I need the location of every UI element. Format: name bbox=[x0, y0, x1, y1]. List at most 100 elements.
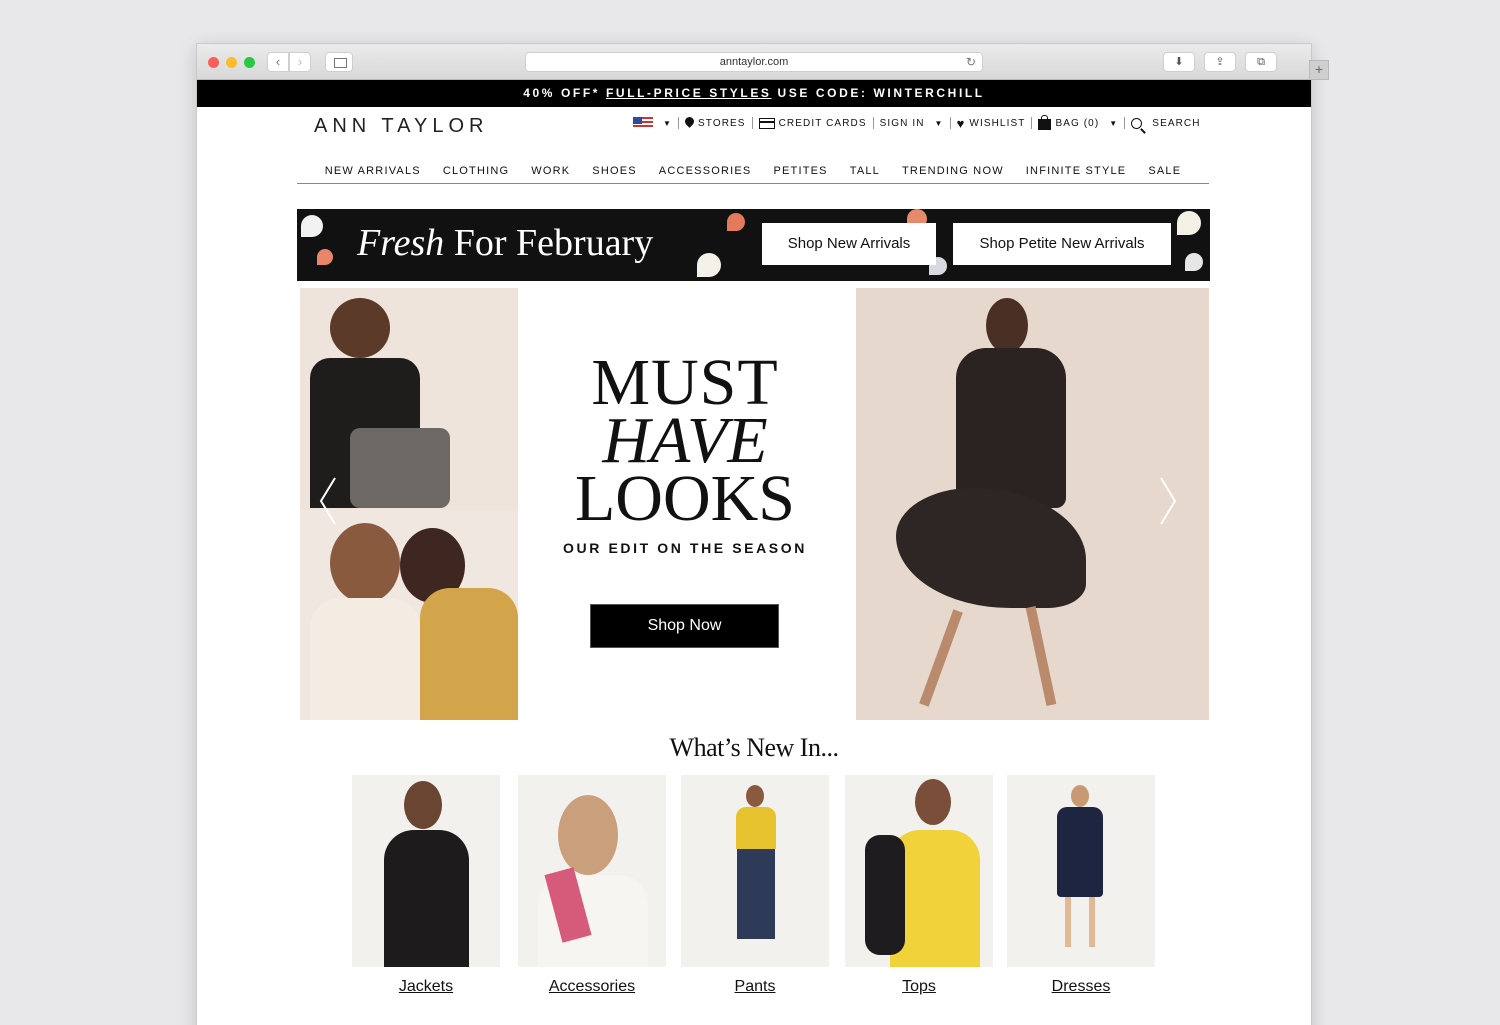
model-figure bbox=[384, 830, 469, 967]
floral-decoration bbox=[1185, 253, 1203, 271]
hero-line-looks: LOOKS bbox=[574, 462, 795, 535]
shop-petite-new-arrivals-button[interactable]: Shop Petite New Arrivals bbox=[953, 223, 1171, 265]
floral-decoration bbox=[697, 253, 721, 277]
category-image-tops[interactable] bbox=[845, 775, 993, 967]
category-link-pants[interactable]: Pants bbox=[681, 978, 829, 996]
nav-trending-now[interactable]: TRENDING NOW bbox=[891, 163, 1015, 183]
carousel-next-arrow-icon[interactable] bbox=[1159, 476, 1177, 526]
model-figure bbox=[919, 609, 963, 707]
model-figure bbox=[1089, 897, 1095, 947]
minimize-window-button[interactable] bbox=[226, 57, 237, 68]
model-figure bbox=[736, 807, 776, 849]
hero-image-right[interactable] bbox=[856, 288, 1209, 720]
credit-cards-link[interactable]: CREDIT CARDS bbox=[753, 117, 874, 129]
browser-window: ‹ › anntaylor.com ↻ ⬇ ⇪ ⧉ + 40% OFF* FUL… bbox=[197, 44, 1329, 1025]
forward-button[interactable]: › bbox=[289, 52, 311, 72]
category-link-accessories[interactable]: Accessories bbox=[518, 978, 666, 996]
model-figure bbox=[350, 428, 450, 508]
stores-link[interactable]: STORES bbox=[679, 117, 753, 129]
nav-clothing[interactable]: CLOTHING bbox=[432, 163, 520, 183]
nav-new-arrivals[interactable]: NEW ARRIVALS bbox=[314, 163, 432, 183]
model-figure bbox=[1065, 897, 1071, 947]
category-image-jackets[interactable] bbox=[352, 775, 500, 967]
banner-title: Fresh For February bbox=[357, 221, 653, 265]
us-flag-icon bbox=[633, 117, 653, 129]
floral-decoration bbox=[301, 215, 323, 237]
reload-icon[interactable]: ↻ bbox=[966, 53, 976, 71]
model-figure bbox=[956, 348, 1066, 508]
carousel-prev-arrow-icon[interactable] bbox=[319, 476, 337, 526]
nav-tall[interactable]: TALL bbox=[839, 163, 891, 183]
category-link-dresses[interactable]: Dresses bbox=[1007, 978, 1155, 996]
model-figure bbox=[1057, 807, 1103, 897]
banner-title-italic: Fresh bbox=[357, 222, 445, 264]
promo-bar: 40% OFF* FULL-PRICE STYLES USE CODE: WIN… bbox=[197, 80, 1311, 107]
wishlist-link[interactable]: ♥ WISHLIST bbox=[951, 115, 1033, 131]
chevron-down-icon: ▼ bbox=[934, 118, 944, 128]
chevron-down-icon: ▼ bbox=[1109, 118, 1119, 128]
nav-shoes[interactable]: SHOES bbox=[581, 163, 648, 183]
location-pin-icon bbox=[685, 117, 694, 129]
fresh-for-february-banner[interactable]: Fresh For February Shop New Arrivals Sho… bbox=[297, 209, 1210, 281]
nav-infinite-style[interactable]: INFINITE STYLE bbox=[1015, 163, 1138, 183]
credit-cards-label: CREDIT CARDS bbox=[778, 117, 867, 129]
close-window-button[interactable] bbox=[208, 57, 219, 68]
shop-now-button[interactable]: Shop Now bbox=[590, 604, 779, 648]
hero-subtitle: OUR EDIT ON THE SEASON bbox=[563, 540, 807, 556]
download-icon[interactable]: ⬇ bbox=[1163, 52, 1195, 72]
shop-new-arrivals-button[interactable]: Shop New Arrivals bbox=[762, 223, 936, 265]
nav-accessories[interactable]: ACCESSORIES bbox=[648, 163, 763, 183]
promo-link[interactable]: FULL-PRICE STYLES bbox=[606, 86, 772, 100]
wishlist-label: WISHLIST bbox=[969, 117, 1026, 129]
url-text: anntaylor.com bbox=[719, 56, 789, 68]
floral-decoration bbox=[317, 249, 333, 265]
hero-headline: MUST HAVE LOOKS OUR EDIT ON THE SEASON bbox=[527, 350, 843, 557]
nav-sale[interactable]: SALE bbox=[1137, 163, 1192, 183]
back-button[interactable]: ‹ bbox=[267, 52, 289, 72]
model-figure bbox=[986, 298, 1028, 353]
country-selector[interactable]: ▼ bbox=[627, 117, 680, 129]
address-bar[interactable]: anntaylor.com ↻ bbox=[525, 52, 983, 72]
category-image-pants[interactable] bbox=[681, 775, 829, 967]
sign-in-link[interactable]: SIGN IN ▼ bbox=[874, 117, 951, 129]
model-figure bbox=[310, 598, 420, 720]
chevron-down-icon: ▼ bbox=[663, 118, 673, 128]
promo-prefix: 40% OFF* bbox=[523, 86, 606, 100]
utility-nav: ▼ STORES CREDIT CARDS SIGN IN ▼ ♥ WISHLI… bbox=[627, 114, 1207, 131]
main-navigation: NEW ARRIVALS CLOTHING WORK SHOES ACCESSO… bbox=[297, 163, 1209, 184]
model-figure bbox=[746, 785, 764, 807]
site-header: ANN TAYLOR ▼ STORES CREDIT CARDS SIGN IN… bbox=[197, 107, 1311, 169]
tab-overview-icon[interactable]: ⧉ bbox=[1245, 52, 1277, 72]
search-icon bbox=[1131, 117, 1143, 129]
share-icon[interactable]: ⇪ bbox=[1204, 52, 1236, 72]
model-figure bbox=[737, 849, 775, 939]
model-figure bbox=[420, 588, 518, 720]
shopping-bag-icon bbox=[1038, 114, 1052, 130]
model-figure bbox=[558, 795, 618, 875]
model-figure bbox=[1025, 606, 1057, 706]
category-image-dresses[interactable] bbox=[1007, 775, 1155, 967]
sidebar-toggle-icon[interactable] bbox=[325, 52, 353, 72]
category-image-accessories[interactable] bbox=[518, 775, 666, 967]
model-figure bbox=[865, 835, 905, 955]
model-figure bbox=[404, 781, 442, 829]
floral-decoration bbox=[727, 213, 745, 231]
nav-work[interactable]: WORK bbox=[520, 163, 581, 183]
search-link[interactable]: SEARCH bbox=[1125, 117, 1206, 129]
promo-suffix: USE CODE: WINTERCHILL bbox=[771, 86, 985, 100]
ann-taylor-logo[interactable]: ANN TAYLOR bbox=[314, 115, 488, 138]
bag-link[interactable]: BAG (0) ▼ bbox=[1032, 114, 1126, 130]
floral-decoration bbox=[1177, 211, 1201, 235]
new-tab-button[interactable]: + bbox=[1309, 60, 1329, 80]
credit-card-icon bbox=[758, 117, 775, 129]
model-figure bbox=[330, 298, 390, 358]
bag-label: BAG (0) bbox=[1055, 117, 1100, 129]
nav-petites[interactable]: PETITES bbox=[762, 163, 838, 183]
model-figure bbox=[330, 523, 400, 603]
zoom-window-button[interactable] bbox=[244, 57, 255, 68]
sign-in-label: SIGN IN bbox=[879, 117, 925, 129]
banner-title-rest: For February bbox=[444, 222, 654, 264]
category-link-jackets[interactable]: Jackets bbox=[352, 978, 500, 996]
heart-icon: ♥ bbox=[956, 115, 966, 131]
category-link-tops[interactable]: Tops bbox=[845, 978, 993, 996]
